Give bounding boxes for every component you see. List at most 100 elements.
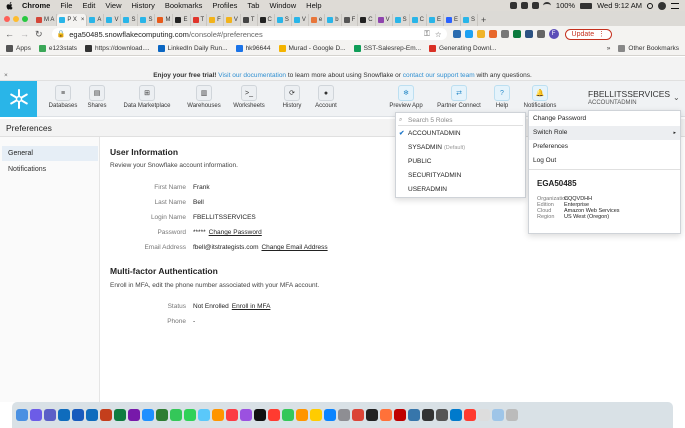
facetime-icon[interactable]: [170, 409, 182, 421]
status-icons[interactable]: [509, 2, 551, 9]
browser-tab[interactable]: C: [258, 14, 275, 26]
music-icon[interactable]: [226, 409, 238, 421]
browser-tab[interactable]: M A: [34, 14, 58, 26]
menu-app-name[interactable]: Chrome: [22, 1, 50, 10]
browser-tab[interactable]: T: [241, 14, 258, 26]
terminal2-icon[interactable]: [422, 409, 434, 421]
python-icon[interactable]: [408, 409, 420, 421]
notes-icon[interactable]: [310, 409, 322, 421]
minimize-window-button[interactable]: [13, 15, 19, 22]
menu-tab[interactable]: Tab: [247, 1, 259, 10]
chevron-down-icon[interactable]: ⌄: [673, 93, 680, 102]
zoom-window-button[interactable]: [22, 15, 28, 22]
vpn-icon[interactable]: [156, 409, 168, 421]
console-icon[interactable]: [436, 409, 448, 421]
bookmark-item[interactable]: hk96644: [235, 45, 271, 52]
menu-help[interactable]: Help: [306, 1, 321, 10]
safari-icon[interactable]: [142, 409, 154, 421]
browser-tab[interactable]: P X ×: [57, 14, 88, 26]
nav-item-worksheets[interactable]: >_ Worksheets: [229, 85, 269, 115]
menu-file[interactable]: File: [60, 1, 72, 10]
clock[interactable]: Wed 9:12 AM: [597, 1, 642, 10]
role-option[interactable]: ✔ ACCOUNTADMIN: [396, 127, 525, 141]
bookmark-item[interactable]: Murad - Google D...: [278, 45, 346, 52]
news-icon[interactable]: [268, 409, 280, 421]
appstore-icon[interactable]: [324, 409, 336, 421]
trash-icon[interactable]: [506, 409, 518, 421]
browser-tab[interactable]: V: [376, 14, 393, 26]
preview-icon[interactable]: [478, 409, 490, 421]
pages-icon[interactable]: [296, 409, 308, 421]
menubar-app-icon[interactable]: [509, 2, 517, 9]
bookmark-star-icon[interactable]: ☆: [435, 30, 442, 39]
bookmark-item[interactable]: https://download....: [85, 45, 150, 52]
browser-tab[interactable]: F: [207, 14, 224, 26]
nav-item-partner-connect[interactable]: ⇄ Partner Connect: [435, 85, 483, 115]
nav-item-history[interactable]: ⟳ History: [278, 85, 306, 115]
browser-tab[interactable]: V: [292, 14, 309, 26]
messages-icon[interactable]: [184, 409, 196, 421]
nav-item-databases[interactable]: ≡ Databases: [47, 85, 79, 115]
address-bar[interactable]: 🔒 ega50485.snowflakecomputing.com/consol…: [51, 28, 447, 40]
browser-tab[interactable]: S: [461, 14, 479, 26]
maps-icon[interactable]: [198, 409, 210, 421]
forward-arrow-icon[interactable]: →: [20, 29, 29, 39]
reload-icon[interactable]: ↻: [35, 29, 43, 40]
photos-icon[interactable]: [212, 409, 224, 421]
back-arrow-icon[interactable]: ←: [5, 29, 14, 39]
onenote-icon[interactable]: [128, 409, 140, 421]
browser-tab[interactable]: S: [138, 14, 156, 26]
update-button[interactable]: Update ⋮: [564, 28, 613, 40]
menu-history[interactable]: History: [132, 1, 155, 10]
browser-tab[interactable]: V: [104, 14, 122, 26]
nav-item-warehouses[interactable]: ▥ Warehouses: [183, 85, 225, 115]
vscode-icon[interactable]: [450, 409, 462, 421]
extension-icon[interactable]: [452, 30, 461, 38]
log-out-menu-item[interactable]: Log Out: [529, 154, 680, 168]
word-icon[interactable]: [72, 409, 84, 421]
teams-icon[interactable]: [44, 409, 56, 421]
close-banner-icon[interactable]: ×: [4, 70, 8, 81]
account-menu-trigger[interactable]: FBELLITSSERVICES ACCOUNTADMIN: [588, 89, 670, 106]
change-password-menu-item[interactable]: Change Password: [529, 112, 680, 126]
role-option[interactable]: SECURITYADMIN: [396, 169, 525, 183]
role-option[interactable]: SYSADMIN (Default): [396, 141, 525, 155]
browser-tab[interactable]: V: [224, 14, 241, 26]
menu-window[interactable]: Window: [269, 1, 296, 10]
battery-icon[interactable]: [580, 2, 593, 9]
browser-tab[interactable]: C: [358, 14, 376, 26]
browser-tab[interactable]: T: [191, 14, 208, 26]
nav-item-data-marketplace[interactable]: ⊞ Data Marketplace: [116, 85, 178, 115]
control-center-icon[interactable]: [671, 2, 679, 9]
battery-percent[interactable]: 100%: [556, 1, 575, 10]
sidebar-item-general[interactable]: General: [2, 146, 98, 161]
menubar-app-icon[interactable]: [531, 2, 539, 9]
extension-icon[interactable]: [476, 30, 485, 38]
terminal-icon[interactable]: [366, 409, 378, 421]
extension-icon[interactable]: [488, 30, 497, 38]
close-window-button[interactable]: [4, 15, 10, 22]
extension-icon[interactable]: [464, 30, 473, 38]
bookmarks-overflow[interactable]: »: [607, 45, 611, 52]
siri-icon[interactable]: [658, 1, 666, 10]
profile-avatar[interactable]: F: [548, 29, 559, 39]
calendar-icon[interactable]: [464, 409, 476, 421]
menu-profiles[interactable]: Profiles: [212, 1, 237, 10]
field-link-change-password[interactable]: Change Password: [209, 229, 262, 236]
firefox-icon[interactable]: [380, 409, 392, 421]
extensions-puzzle-icon[interactable]: [536, 30, 545, 38]
extension-icon[interactable]: [524, 30, 533, 38]
appletv-icon[interactable]: [254, 409, 266, 421]
role-option[interactable]: USERADMIN: [396, 183, 525, 197]
filezilla-icon[interactable]: [394, 409, 406, 421]
support-link[interactable]: contact our support team: [403, 72, 475, 79]
settings-icon[interactable]: [338, 409, 350, 421]
outlook-icon[interactable]: [58, 409, 70, 421]
browser-tab[interactable]: e: [309, 14, 326, 26]
excel-icon[interactable]: [114, 409, 126, 421]
search-icon[interactable]: [647, 2, 653, 9]
field-link-change-email-address[interactable]: Change Email Address: [261, 244, 327, 251]
nav-item-preview-app[interactable]: ❄ Preview App: [387, 85, 425, 115]
menu-view[interactable]: View: [105, 1, 121, 10]
nav-item-shares[interactable]: ▤ Shares: [86, 85, 108, 115]
